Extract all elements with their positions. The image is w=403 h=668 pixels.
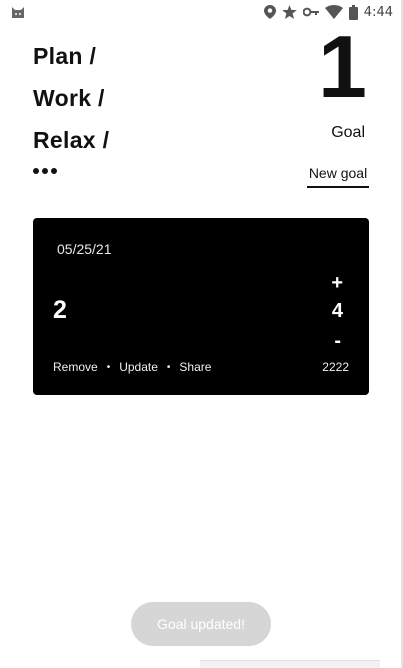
app-cat-icon (10, 4, 26, 20)
location-icon (263, 5, 276, 19)
separator: • (166, 361, 171, 373)
bottom-peek (200, 660, 380, 668)
decrement-button[interactable]: - (334, 330, 341, 352)
share-button[interactable]: Share (179, 360, 211, 374)
title-line-relax: Relax / (33, 127, 110, 153)
card-actions: Remove • Update • Share (53, 360, 211, 374)
remove-button[interactable]: Remove (53, 360, 98, 374)
toast-message: Goal updated! (131, 602, 271, 646)
new-goal-button[interactable]: New goal (307, 165, 369, 188)
card-value: 2 (53, 296, 67, 324)
more-dots-icon[interactable] (33, 168, 57, 174)
goal-card[interactable]: 05/25/21 2 + 4 - Remove • Update • Share… (33, 218, 369, 395)
card-code: 2222 (322, 360, 349, 374)
goal-count: 1 (318, 17, 367, 116)
card-count: 4 (331, 300, 343, 322)
separator: • (106, 361, 111, 373)
update-button[interactable]: Update (119, 360, 158, 374)
title-line-plan: Plan / (33, 43, 97, 69)
key-icon (302, 7, 319, 17)
card-date: 05/25/21 (57, 241, 112, 257)
increment-button[interactable]: + (331, 272, 343, 294)
clock-time: 4:44 (363, 4, 393, 20)
star-icon (281, 5, 297, 19)
title-line-work: Work / (33, 85, 105, 111)
goal-label: Goal (331, 124, 365, 141)
